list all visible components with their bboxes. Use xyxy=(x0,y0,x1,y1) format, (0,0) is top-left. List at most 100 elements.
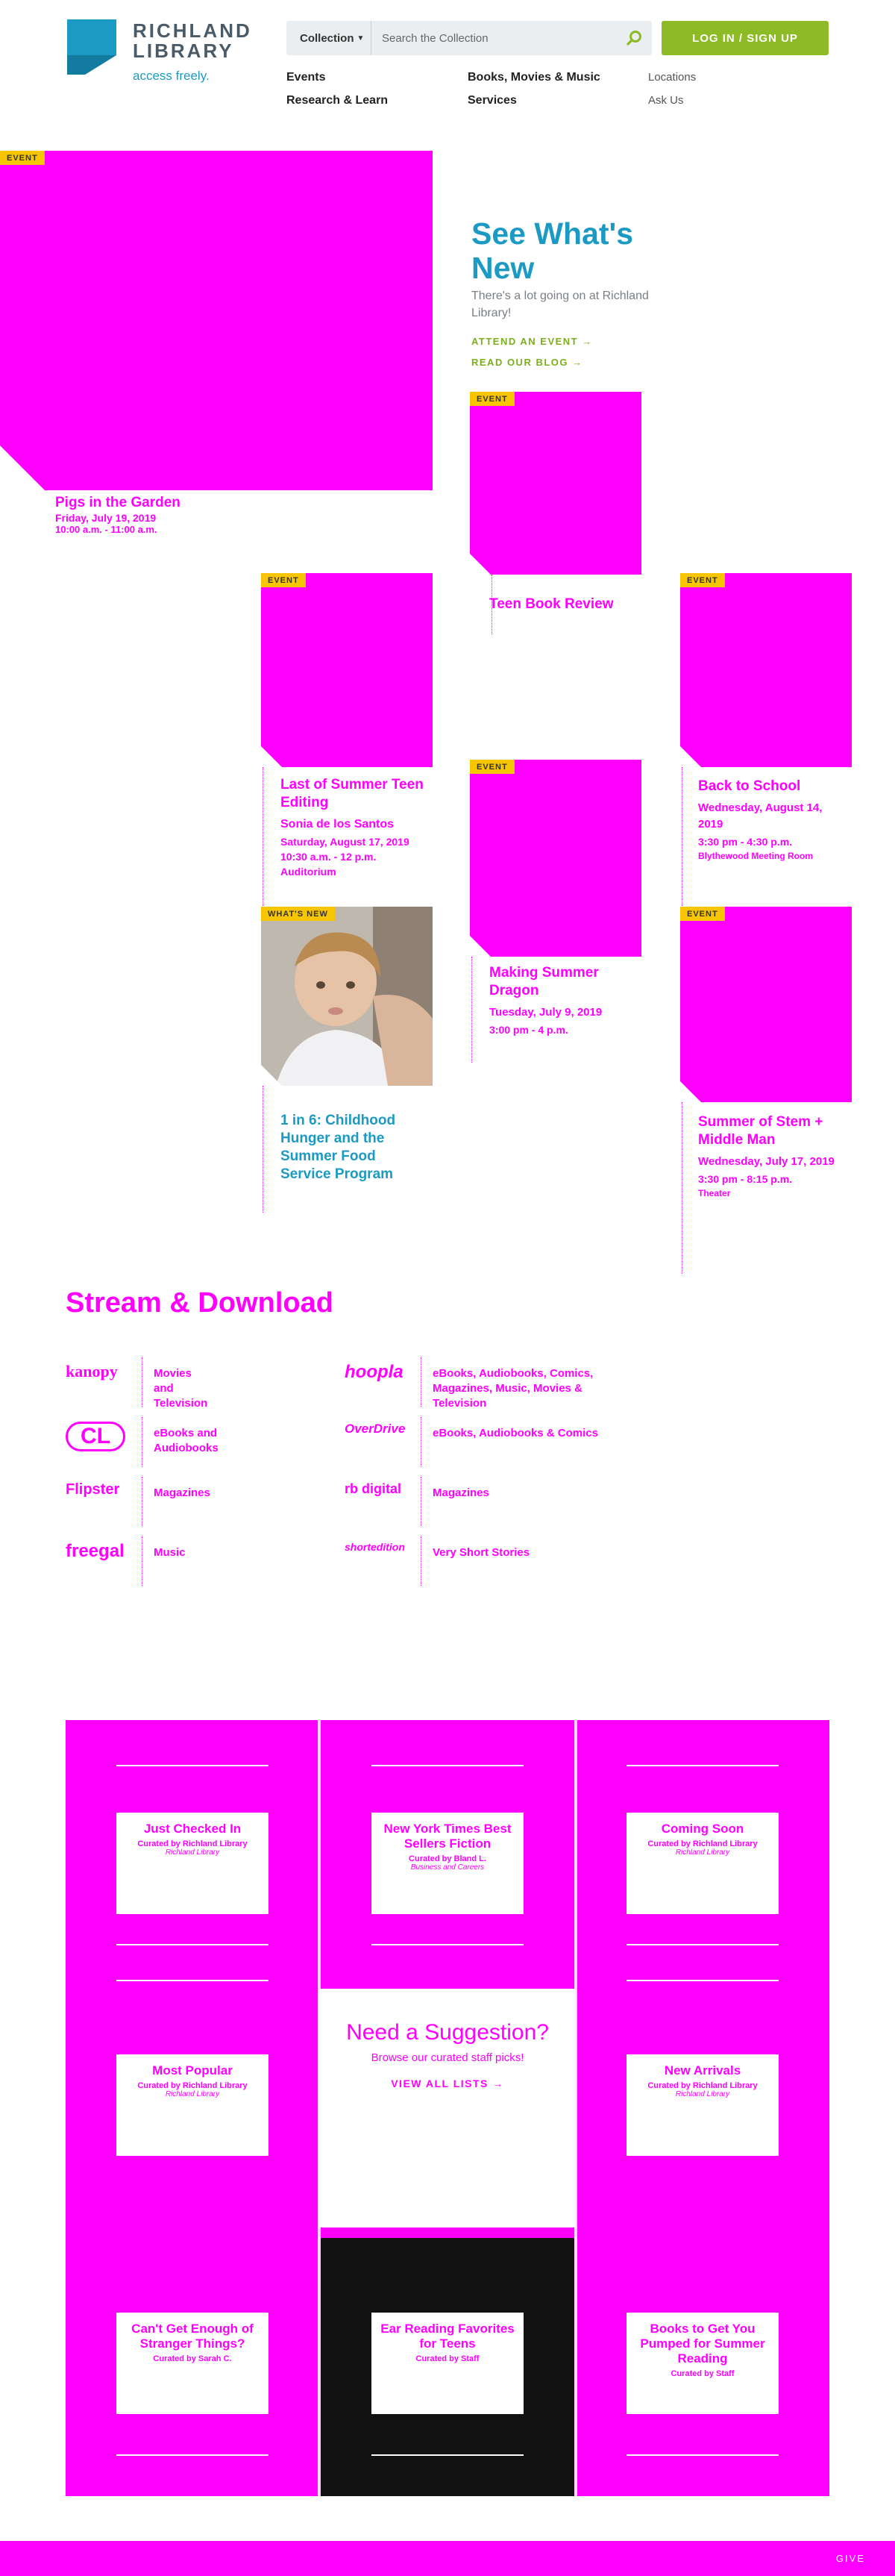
list-curator-org: Richland Library xyxy=(165,1848,220,1857)
list-card[interactable]: Books to Get You Pumped for Summer Readi… xyxy=(626,2313,779,2414)
give-link[interactable]: GIVE xyxy=(836,2553,865,2564)
child-photo-illustration xyxy=(261,907,433,1086)
list-title[interactable]: Can't Get Enough of Stranger Things? xyxy=(124,2322,261,2351)
tile-corner-notch xyxy=(470,554,491,575)
nav-locations[interactable]: Locations xyxy=(648,71,696,84)
tile-corner-notch xyxy=(261,746,282,767)
chevron-down-icon: ▼ xyxy=(357,34,365,43)
need-suggestion-panel: Need a Suggestion? Browse our curated st… xyxy=(319,1989,576,2228)
service-row[interactable]: rb digital Magazines xyxy=(345,1477,613,1526)
list-cell[interactable]: New York Times Best Sellers Fiction Cura… xyxy=(321,1720,574,1978)
list-title[interactable]: Books to Get You Pumped for Summer Readi… xyxy=(634,2322,771,2366)
list-card[interactable]: New Arrivals Curated by Richland Library… xyxy=(626,2054,779,2156)
list-card[interactable]: Most Popular Curated by Richland Library… xyxy=(116,2054,268,2156)
list-cell[interactable]: New Arrivals Curated by Richland Library… xyxy=(576,1980,829,2238)
list-title[interactable]: Coming Soon xyxy=(634,1822,771,1836)
shortedition-logo[interactable]: shortedition xyxy=(345,1541,412,1553)
list-curator-org: Business and Careers xyxy=(410,1863,485,1872)
event-tag: EVENT xyxy=(680,907,725,921)
event-title[interactable]: Teen Book Review xyxy=(489,595,638,613)
list-cell[interactable]: Coming Soon Curated by Richland Library … xyxy=(576,1720,829,1978)
list-cell[interactable]: Books to Get You Pumped for Summer Readi… xyxy=(576,2238,829,2496)
event-card-image[interactable] xyxy=(470,760,641,957)
event-title[interactable]: Summer of Stem + Middle Man xyxy=(698,1113,847,1149)
search-input[interactable] xyxy=(371,21,618,55)
search-button[interactable] xyxy=(618,21,652,55)
event-card-info[interactable]: Teen Book Review xyxy=(489,595,638,613)
event-card-info[interactable]: Making Summer Dragon Tuesday, July 9, 20… xyxy=(489,964,638,1036)
hero-event-image[interactable] xyxy=(0,151,433,490)
nav-books-movies-music[interactable]: Books, Movies & Music xyxy=(468,71,600,84)
service-description: Movies and Television xyxy=(154,1367,208,1410)
list-card[interactable]: Coming Soon Curated by Richland Library … xyxy=(626,1813,779,1914)
cell-rule xyxy=(371,1765,524,1766)
service-row[interactable]: shortedition Very Short Stories xyxy=(345,1536,613,1586)
list-cell[interactable]: Most Popular Curated by Richland Library… xyxy=(66,1980,319,2238)
list-title[interactable]: New York Times Best Sellers Fiction xyxy=(379,1822,516,1851)
freegal-logo[interactable]: freegal xyxy=(66,1541,133,1562)
richland-library-logo[interactable]: RICHLAND LIBRARY access freely. xyxy=(67,19,261,87)
event-card-info[interactable]: Summer of Stem + Middle Man Wednesday, J… xyxy=(698,1113,847,1198)
event-time: 3:30 pm - 8:15 p.m. xyxy=(698,1173,793,1185)
whats-new-photo[interactable] xyxy=(261,907,433,1086)
event-card-info[interactable]: Last of Summer Teen Editing Sonia de los… xyxy=(280,776,430,878)
suggestion-title: Need a Suggestion? xyxy=(346,2020,549,2045)
list-card[interactable]: Just Checked In Curated by Richland Libr… xyxy=(116,1813,268,1914)
view-all-lists-link[interactable]: VIEW ALL LISTS → xyxy=(391,2078,504,2089)
overdrive-logo[interactable]: OverDrive xyxy=(345,1422,412,1437)
hero-event-title[interactable]: Pigs in the Garden xyxy=(55,494,279,512)
stream-download-title: Stream & Download xyxy=(66,1287,333,1319)
list-card[interactable]: Ear Reading Favorites for Teens Curated … xyxy=(371,2313,524,2414)
service-row[interactable]: hoopla eBooks, Audiobooks, Comics, Magaz… xyxy=(345,1357,613,1410)
event-tag: EVENT xyxy=(470,760,515,774)
attend-event-link[interactable]: ATTEND AN EVENT → xyxy=(471,336,593,347)
service-description: eBooks, Audiobooks & Comics xyxy=(433,1427,598,1439)
nav-research-learn[interactable]: Research & Learn xyxy=(286,94,388,107)
event-title[interactable]: Making Summer Dragon xyxy=(489,964,638,1000)
service-row[interactable]: OverDrive eBooks, Audiobooks & Comics xyxy=(345,1417,613,1466)
list-curator: Curated by Staff xyxy=(671,2369,735,2378)
list-cell[interactable]: Just Checked In Curated by Richland Libr… xyxy=(66,1720,319,1978)
list-title[interactable]: Just Checked In xyxy=(124,1822,261,1836)
event-card-image[interactable] xyxy=(680,573,852,767)
event-title[interactable]: Last of Summer Teen Editing xyxy=(280,776,430,812)
cell-rule xyxy=(371,2454,524,2456)
list-title[interactable]: New Arrivals xyxy=(634,2063,771,2078)
event-date: Wednesday, July 17, 2019 xyxy=(698,1155,835,1168)
cl-logo[interactable]: CL xyxy=(66,1422,125,1451)
nav-ask-us[interactable]: Ask Us xyxy=(648,94,684,107)
flipster-logo[interactable]: Flipster xyxy=(66,1481,133,1498)
hoopla-logo[interactable]: hoopla xyxy=(345,1362,412,1383)
event-title[interactable]: Back to School xyxy=(698,778,847,795)
tile-corner-notch xyxy=(0,446,45,490)
event-card-image[interactable] xyxy=(470,392,641,575)
login-signup-button[interactable]: LOG IN / SIGN UP xyxy=(662,21,829,55)
article-card-info[interactable]: 1 in 6: Childhood Hunger and the Summer … xyxy=(280,1112,430,1184)
kanopy-logo[interactable]: kanopy xyxy=(66,1362,133,1381)
card-divider xyxy=(471,957,472,1063)
list-curator: Curated by Richland Library xyxy=(647,2081,758,2090)
event-tag: EVENT xyxy=(261,573,306,587)
event-card-image[interactable] xyxy=(261,573,433,767)
search-scope-select[interactable]: Collection ▼ xyxy=(286,21,371,55)
list-title[interactable]: Most Popular xyxy=(124,2063,261,2078)
list-card[interactable]: Can't Get Enough of Stranger Things? Cur… xyxy=(116,2313,268,2414)
rbdigital-logo[interactable]: rb digital xyxy=(345,1481,412,1497)
list-card[interactable]: New York Times Best Sellers Fiction Cura… xyxy=(371,1813,524,1914)
nav-events[interactable]: Events xyxy=(286,71,325,84)
hero-event-date: Friday, July 19, 2019 xyxy=(55,512,157,524)
article-title[interactable]: 1 in 6: Childhood Hunger and the Summer … xyxy=(280,1112,430,1184)
service-description: eBooks and Audiobooks xyxy=(154,1427,219,1454)
list-title[interactable]: Ear Reading Favorites for Teens xyxy=(379,2322,516,2351)
list-cell[interactable]: Ear Reading Favorites for Teens Curated … xyxy=(321,2238,574,2496)
tile-corner-notch xyxy=(680,746,701,767)
read-blog-link[interactable]: READ OUR BLOG → xyxy=(471,357,583,368)
list-cell[interactable]: Can't Get Enough of Stranger Things? Cur… xyxy=(66,2238,319,2496)
list-curator: Curated by Richland Library xyxy=(137,2081,248,2090)
event-place: Theater xyxy=(698,1188,731,1198)
event-card-image[interactable] xyxy=(680,907,852,1102)
hero-event-info[interactable]: Pigs in the Garden Friday, July 19, 2019… xyxy=(55,494,279,535)
event-card-info[interactable]: Back to School Wednesday, August 14, 201… xyxy=(698,778,847,861)
cell-rule xyxy=(116,1944,268,1945)
nav-services[interactable]: Services xyxy=(468,94,517,107)
